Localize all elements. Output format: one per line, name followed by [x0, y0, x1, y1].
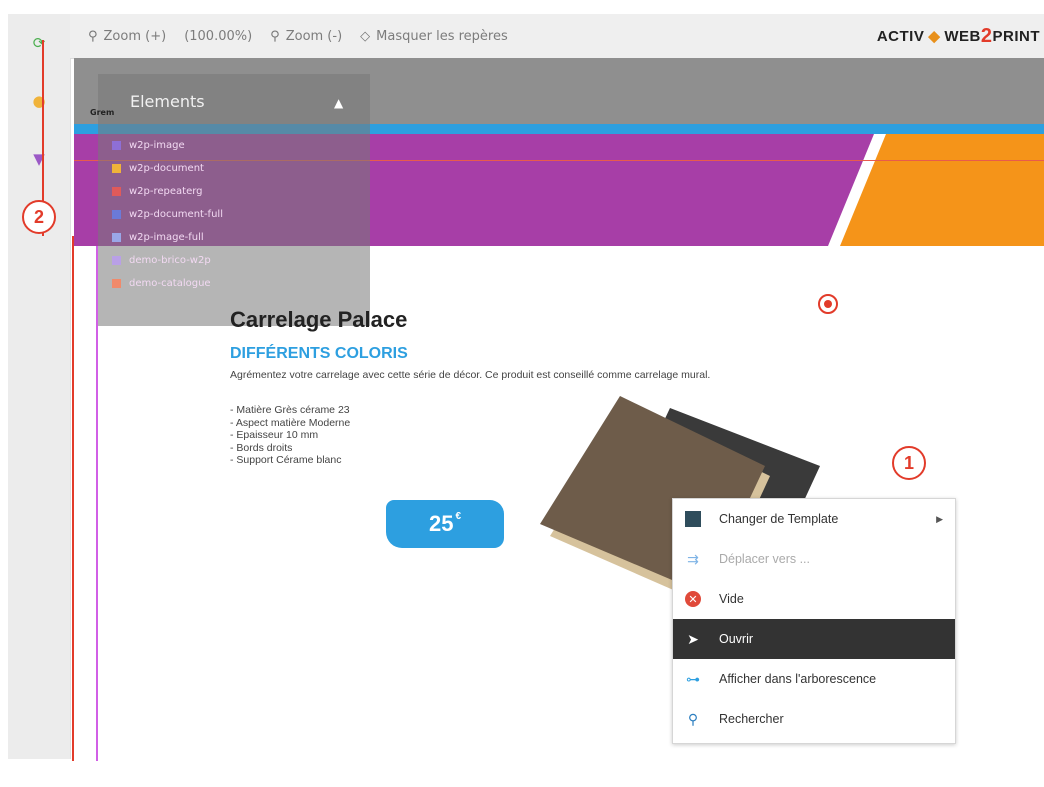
item-icon — [112, 279, 121, 288]
logo-text-activ: ACTIV — [876, 27, 925, 45]
brand-logo: ACTIV ◆ WEB 2 PRINT — [877, 25, 1040, 48]
product-subtitle: DIFFÉRENTS COLORIS — [230, 345, 408, 362]
top-toolbar: ⚲ Zoom (+) (100.00%) ⚲ Zoom (-) ◇ Masque… — [70, 14, 1044, 59]
item-icon — [112, 164, 121, 173]
spec-item: - Bords droits — [230, 441, 293, 454]
guide-line-vertical — [72, 236, 74, 761]
tree-icon: ⊶ — [686, 670, 700, 687]
magnifier-icon: ⚲ — [270, 28, 280, 44]
elements-panel-title: Elements — [130, 92, 205, 111]
price-currency: € — [455, 510, 462, 522]
item-label: w2p-image — [129, 140, 185, 151]
collapse-icon[interactable]: ▲ — [334, 96, 343, 110]
item-label: demo-catalogue — [129, 278, 211, 289]
menu-item-move-to[interactable]: ⇉ Déplacer vers ... — [673, 539, 955, 579]
elements-item-w2p-document-full[interactable]: w2p-document-full — [112, 203, 223, 226]
item-icon — [112, 187, 121, 196]
item-icon — [112, 141, 121, 150]
item-label: w2p-repeaterg — [129, 186, 203, 197]
menu-item-open[interactable]: ➤ Ouvrir — [673, 619, 955, 659]
elements-list: w2p-image w2p-document w2p-repeaterg w2p… — [112, 134, 223, 295]
item-label: w2p-document — [129, 163, 204, 174]
product-spec-list: - Matière Grès cérame 23 - Aspect matièr… — [230, 404, 350, 467]
item-label: w2p-image-full — [129, 232, 204, 243]
logo-text-print: PRINT — [992, 27, 1040, 45]
trash-icon[interactable]: ▼ — [26, 146, 52, 172]
template-icon — [681, 509, 705, 529]
elements-item-w2p-repeaterg[interactable]: w2p-repeaterg — [112, 180, 223, 203]
item-icon — [112, 233, 121, 242]
elements-panel[interactable]: Elements ▲ w2p-image w2p-document w2p-re… — [98, 74, 370, 326]
annotation-marker-1: 1 — [892, 446, 926, 480]
zoom-in-button[interactable]: ⚲ Zoom (+) — [88, 29, 166, 44]
cursor-icon: ➤ — [687, 630, 699, 647]
logo-text-web: WEB — [944, 27, 981, 45]
elements-item-w2p-image-full[interactable]: w2p-image-full — [112, 226, 223, 249]
item-label: w2p-document-full — [129, 209, 223, 220]
zoom-level: (100.00%) — [184, 29, 252, 44]
zoom-out-button[interactable]: ⚲ Zoom (-) — [270, 29, 342, 44]
item-icon — [112, 256, 121, 265]
element-tag: Grem — [90, 108, 115, 117]
menu-item-label: Rechercher — [719, 712, 784, 726]
spec-item: - Epaisseur 10 mm — [230, 429, 319, 441]
lightbulb-icon[interactable]: ● — [26, 88, 52, 114]
spec-item: - Matière Grès cérame 23 — [230, 404, 350, 416]
price-badge: 25 € — [386, 500, 504, 548]
elements-item-demo-catalogue[interactable]: demo-catalogue — [112, 272, 223, 295]
elements-item-demo-brico[interactable]: demo-brico-w2p — [112, 249, 223, 272]
move-icon: ⇉ — [687, 550, 699, 567]
product-description: Agrémentez votre carrelage avec cette sé… — [230, 369, 711, 381]
menu-item-empty[interactable]: ✕ Vide — [673, 579, 955, 619]
elements-item-w2p-document[interactable]: w2p-document — [112, 157, 223, 180]
refresh-icon[interactable]: ⟳ — [26, 30, 52, 56]
logo-text-two: 2 — [980, 24, 993, 47]
empty-icon: ✕ — [681, 589, 705, 609]
item-icon — [112, 210, 121, 219]
menu-item-label: Ouvrir — [719, 632, 754, 646]
product-title: Carrelage Palace — [230, 307, 408, 332]
item-label: demo-brico-w2p — [129, 255, 211, 266]
spec-item: - Support Cérame blanc — [230, 454, 342, 466]
menu-item-label: Déplacer vers ... — [719, 552, 811, 566]
menu-item-label: Changer de Template — [719, 512, 839, 526]
submenu-arrow-icon: ▶ — [936, 513, 943, 524]
magnifier-icon: ⚲ — [88, 28, 98, 44]
context-menu: Changer de Template ▶ ⇉ Déplacer vers ..… — [672, 498, 956, 744]
diamond-icon: ◇ — [360, 28, 371, 44]
menu-item-search[interactable]: ⚲ Rechercher — [673, 699, 955, 739]
toggle-guides-label: Masquer les repères — [376, 28, 508, 44]
zoom-out-label: Zoom (-) — [285, 28, 343, 44]
toggle-guides-button[interactable]: ◇ Masquer les repères — [360, 29, 508, 44]
elements-item-w2p-image[interactable]: w2p-image — [112, 134, 223, 157]
left-toolbar: ⟳ ● ▼ — [8, 14, 71, 759]
menu-item-label: Vide — [719, 592, 744, 606]
search-icon: ⚲ — [687, 710, 699, 727]
menu-item-change-template[interactable]: Changer de Template ▶ — [673, 499, 955, 539]
menu-item-show-in-tree[interactable]: ⊶ Afficher dans l'arborescence — [673, 659, 955, 699]
annotation-marker-2: 2 — [22, 200, 56, 234]
target-marker-icon[interactable] — [818, 294, 838, 314]
menu-item-label: Afficher dans l'arborescence — [719, 672, 877, 686]
logo-mark-icon: ◆ — [928, 28, 941, 45]
zoom-in-label: Zoom (+) — [103, 28, 167, 44]
zoom-level-label: (100.00%) — [184, 28, 253, 44]
spec-item: - Aspect matière Moderne — [230, 416, 351, 429]
price-value: 25 — [428, 511, 454, 536]
